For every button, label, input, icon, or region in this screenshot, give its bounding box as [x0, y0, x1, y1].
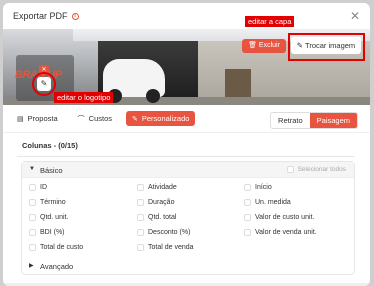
orientation-portrait-button[interactable]: Retrato: [271, 113, 310, 128]
column-option-checkbox[interactable]: Qtd. total: [137, 214, 176, 221]
column-option-label: Qtd. unit.: [40, 214, 69, 221]
annotation-circle-logo: [32, 72, 56, 96]
column-option-label: Total de venda: [148, 244, 194, 251]
chevron-right-icon: ▶: [29, 263, 34, 269]
section-divider: [17, 156, 354, 157]
column-option-checkbox[interactable]: BDI (%): [29, 229, 65, 236]
column-option-label: Atividade: [148, 184, 177, 191]
advanced-group-header[interactable]: Avançado: [40, 262, 73, 271]
checkbox-icon: [29, 184, 36, 191]
delete-cover-label: Excluir: [258, 42, 280, 49]
delete-cover-button[interactable]: 🗑 Excluir: [242, 39, 286, 53]
column-option-checkbox[interactable]: Duração: [137, 199, 174, 206]
basic-group-header[interactable]: ▼ Básico Selecionar todos: [22, 162, 354, 178]
checkbox-icon: [29, 244, 36, 251]
columns-panel: ▼ Básico Selecionar todos ID Atividade Iní…: [21, 161, 355, 275]
column-option-checkbox[interactable]: Desconto (%): [137, 229, 190, 236]
tab-personalizado[interactable]: ✎ Personalizado: [126, 111, 196, 126]
checkbox-icon: [137, 214, 144, 221]
orientation-toggle: Retrato Paisagem: [270, 112, 358, 129]
document-icon: ▤: [17, 115, 24, 123]
column-option-checkbox[interactable]: Valor de custo unit.: [244, 214, 314, 221]
close-icon[interactable]: ✕: [350, 10, 360, 22]
dialog-title: Exportar PDF: [13, 11, 68, 21]
basic-group-label: Básico: [40, 166, 63, 175]
column-option-label: Término: [40, 199, 66, 206]
annotation-frame-capa: [288, 33, 365, 61]
checkbox-icon: [244, 184, 251, 191]
checkbox-icon: [286, 166, 294, 173]
checkbox-icon: [137, 199, 144, 206]
column-option-checkbox[interactable]: Total de custo: [29, 244, 83, 251]
select-all-label: Selecionar todos: [297, 166, 346, 173]
column-option-checkbox[interactable]: Término: [29, 199, 66, 206]
dialog-header: Exportar PDF i: [3, 3, 370, 29]
chart-icon: ⌒: [77, 115, 85, 123]
column-option-checkbox[interactable]: Atividade: [137, 184, 177, 191]
orientation-landscape-button[interactable]: Paisagem: [309, 113, 357, 128]
tab-proposta[interactable]: ▤ Proposta: [11, 111, 64, 126]
column-option-label: Qtd. total: [148, 214, 177, 221]
tab-label: Personalizado: [141, 114, 190, 123]
info-icon[interactable]: i: [71, 12, 79, 20]
tab-label: Proposta: [27, 114, 58, 123]
column-option-label: Valor de custo unit.: [255, 214, 315, 221]
annotation-logo: editar o logotipo: [54, 92, 114, 103]
chevron-down-icon: ▼: [29, 166, 35, 172]
select-all-checkbox[interactable]: Selecionar todos: [286, 166, 346, 173]
export-toolbar: ▤ Proposta ⌒ Custos ✎ Personalizado Retrato…: [3, 105, 370, 133]
cover-wheel: [146, 89, 160, 103]
column-option-label: Total de custo: [40, 244, 84, 251]
column-option-checkbox[interactable]: Início: [244, 184, 272, 191]
tab-label: Custos: [88, 114, 112, 123]
column-option-label: Valor de venda unit.: [255, 229, 317, 236]
pencil-icon: ✎: [132, 115, 138, 123]
column-option-label: ID: [40, 184, 47, 191]
checkbox-icon: [244, 199, 251, 206]
column-option-label: Início: [255, 184, 272, 191]
checkbox-icon: [137, 244, 144, 251]
checkbox-icon: [29, 199, 36, 206]
checkbox-icon: [244, 214, 251, 221]
column-option-checkbox[interactable]: Total de venda: [137, 244, 194, 251]
export-pdf-dialog: Exportar PDF i ✕ 🗑 Excluir ✎ Trocar imag…: [3, 3, 370, 286]
checkbox-icon: [29, 214, 36, 221]
column-option-checkbox[interactable]: Un. medida: [244, 199, 291, 206]
column-option-label: BDI (%): [40, 229, 65, 236]
tab-custos[interactable]: ⌒ Custos: [72, 111, 118, 126]
annotation-capa: editar a capa: [245, 16, 295, 27]
columns-title: Colunas - (0/15): [22, 141, 78, 150]
column-option-checkbox[interactable]: Qtd. unit.: [29, 214, 68, 221]
checkbox-icon: [137, 184, 144, 191]
column-option-label: Desconto (%): [148, 229, 191, 236]
column-option-label: Duração: [148, 199, 175, 206]
column-option-checkbox[interactable]: ID: [29, 184, 47, 191]
column-option-label: Un. medida: [255, 199, 291, 206]
checkbox-icon: [244, 229, 251, 236]
checkbox-icon: [29, 229, 36, 236]
checkbox-icon: [137, 229, 144, 236]
column-option-checkbox[interactable]: Valor de venda unit.: [244, 229, 317, 236]
